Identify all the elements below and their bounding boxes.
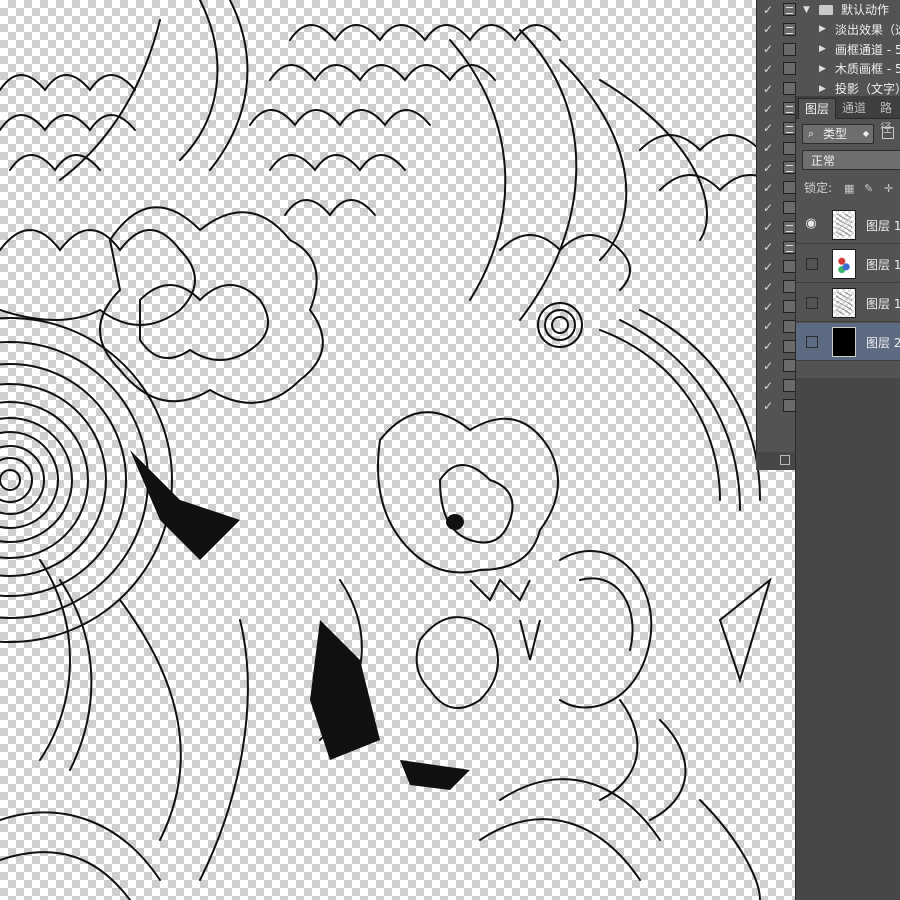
checkmark-icon[interactable]: ✓ xyxy=(761,300,775,314)
expand-triangle-icon[interactable]: ▼ xyxy=(803,5,810,15)
checkmark-icon[interactable]: ✓ xyxy=(761,399,775,413)
checkmark-icon[interactable]: ✓ xyxy=(761,82,775,96)
layer-name[interactable]: 图层 1 xyxy=(866,217,900,234)
lock-label: 锁定: xyxy=(804,181,833,195)
lock-move-icon[interactable]: ✛ xyxy=(884,183,894,194)
checkmark-icon[interactable]: ✓ xyxy=(761,102,775,116)
layer-row[interactable]: 图层 1 xyxy=(796,245,900,283)
checkmark-icon[interactable]: ✓ xyxy=(761,339,775,353)
action-row[interactable]: ✓ ▶ 木质画框 - 5 xyxy=(757,59,900,78)
collapse-triangle-icon[interactable]: ▶ xyxy=(819,44,826,54)
layer-row[interactable]: ◉ 图层 1 xyxy=(796,206,900,244)
action-row[interactable]: ✓ ▶ 画框通道 - 5 xyxy=(757,40,900,59)
search-icon: ⌕ xyxy=(808,127,815,140)
layers-panel: 图层 通道 路径 ⌕ 类型 ◆ 正常 锁定: ▦ ✎ ✛ ◉ 图层 1 图层 1 图层… xyxy=(795,96,900,900)
checkmark-icon[interactable]: ✓ xyxy=(761,319,775,333)
layer-name[interactable]: 图层 1 xyxy=(866,295,900,312)
new-action-icon[interactable] xyxy=(780,455,790,465)
layer-thumbnail xyxy=(832,249,856,279)
collapse-triangle-icon[interactable]: ▶ xyxy=(819,84,826,94)
layer-name[interactable]: 图层 2 xyxy=(866,334,900,351)
tab-paths[interactable]: 路径 xyxy=(874,98,900,135)
layer-thumbnail xyxy=(832,210,856,240)
checkmark-icon[interactable]: ✓ xyxy=(761,280,775,294)
layer-filter-label: 类型 xyxy=(823,127,848,141)
eye-icon[interactable]: ◉ xyxy=(804,217,818,231)
checkmark-icon[interactable]: ✓ xyxy=(761,220,775,234)
checkmark-icon[interactable]: ✓ xyxy=(761,260,775,274)
action-label: 画框通道 - 5 xyxy=(835,42,900,57)
action-label: 投影（文字） xyxy=(835,82,900,97)
layer-thumbnail xyxy=(832,327,856,357)
action-row[interactable]: ✓ ▼ 默认动作 xyxy=(757,0,900,19)
checkmark-icon[interactable]: ✓ xyxy=(761,379,775,393)
dialog-toggle-icon[interactable] xyxy=(783,82,796,96)
layer-row[interactable]: 图层 2 xyxy=(796,323,900,361)
checkmark-icon[interactable]: ✓ xyxy=(761,161,775,175)
visibility-toggle[interactable] xyxy=(806,336,818,348)
dialog-toggle-icon[interactable] xyxy=(783,62,796,76)
layer-name[interactable]: 图层 1 xyxy=(866,256,900,273)
layer-filter-select[interactable]: ⌕ 类型 ◆ xyxy=(802,124,874,144)
checkmark-icon[interactable]: ✓ xyxy=(761,181,775,195)
actions-panel-footer xyxy=(756,452,796,470)
tab-layers[interactable]: 图层 xyxy=(798,98,837,119)
action-label: 淡出效果（选 xyxy=(835,22,900,37)
checkmark-icon[interactable]: ✓ xyxy=(761,240,775,254)
checkmark-icon[interactable]: ✓ xyxy=(761,3,775,17)
lock-paint-icon[interactable]: ✎ xyxy=(864,183,874,194)
dialog-toggle-icon[interactable] xyxy=(783,3,796,16)
image-filter-icon[interactable] xyxy=(882,127,894,139)
lock-row: 锁定: xyxy=(804,180,832,196)
updown-arrow-icon: ◆ xyxy=(862,129,869,138)
checkmark-icon[interactable]: ✓ xyxy=(761,121,775,135)
layer-row[interactable]: 图层 1 xyxy=(796,284,900,322)
layers-tabbar: 图层 通道 路径 xyxy=(796,96,900,135)
checkmark-icon[interactable]: ✓ xyxy=(761,62,775,76)
tab-channels[interactable]: 通道 xyxy=(836,98,872,118)
blend-mode-select[interactable]: 正常 xyxy=(802,150,900,170)
visibility-toggle[interactable] xyxy=(806,258,818,270)
collapse-triangle-icon[interactable]: ▶ xyxy=(819,64,826,74)
checkmark-icon[interactable]: ✓ xyxy=(761,141,775,155)
dialog-toggle-icon[interactable] xyxy=(783,42,796,56)
checkmark-icon[interactable]: ✓ xyxy=(761,42,775,56)
layers-empty-area xyxy=(796,378,900,900)
action-label: 木质画框 - 5 xyxy=(835,62,900,77)
checkmark-icon[interactable]: ✓ xyxy=(761,22,775,36)
action-row[interactable]: ✓ ▶ 淡出效果（选 xyxy=(757,20,900,39)
folder-icon xyxy=(819,4,833,15)
visibility-toggle[interactable] xyxy=(806,297,818,309)
layer-thumbnail xyxy=(832,288,856,318)
checkmark-icon[interactable]: ✓ xyxy=(761,201,775,215)
lock-transparent-icon[interactable]: ▦ xyxy=(844,183,854,194)
collapse-triangle-icon[interactable]: ▶ xyxy=(819,24,826,34)
checkmark-icon[interactable]: ✓ xyxy=(761,359,775,373)
dialog-toggle-icon[interactable] xyxy=(783,22,796,36)
action-set-label: 默认动作 xyxy=(841,3,890,17)
